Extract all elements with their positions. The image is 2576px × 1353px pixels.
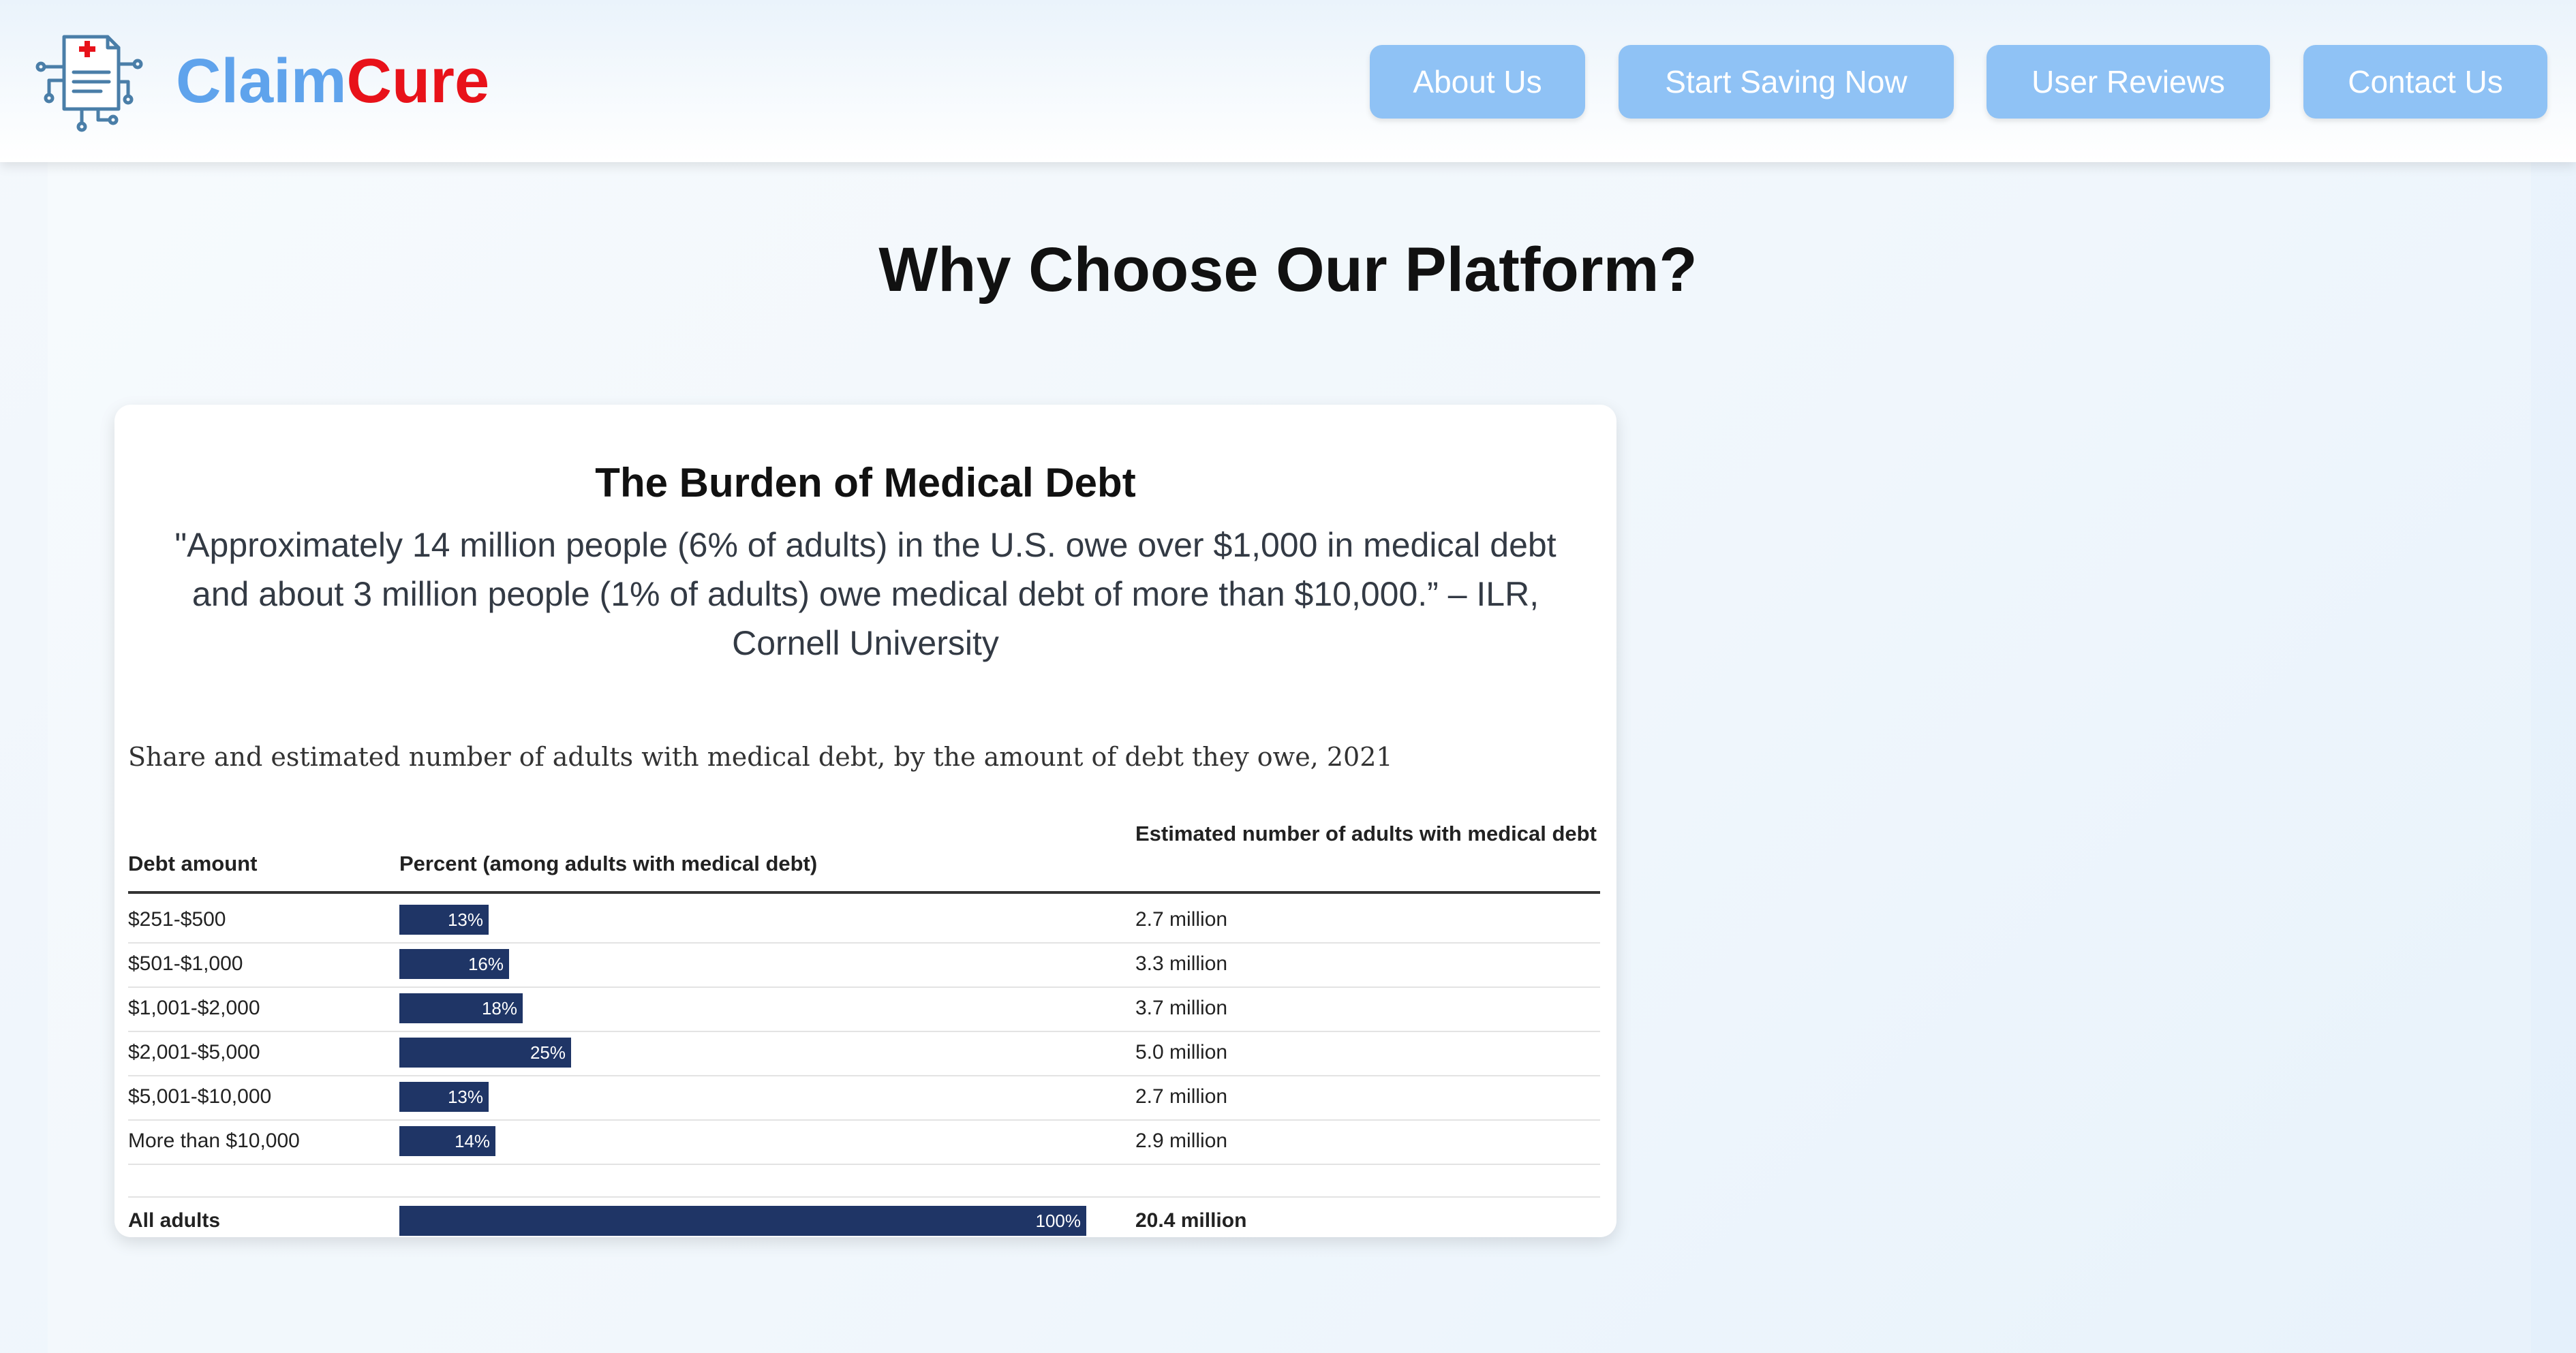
total-divider xyxy=(128,1196,1600,1198)
row-debt-amount: $251-$500 xyxy=(128,908,226,931)
brand-name-cure: Cure xyxy=(346,46,490,116)
card-quote: "Approximately 14 million people (6% of … xyxy=(174,526,1557,662)
nav-contact-us-button[interactable]: Contact Us xyxy=(2303,45,2547,119)
section-title: Why Choose Our Platform? xyxy=(878,235,1698,305)
percent-bar: 18% xyxy=(399,993,523,1023)
percent-bar: 14% xyxy=(399,1126,495,1156)
row-debt-amount: $501-$1,000 xyxy=(128,952,243,975)
row-divider xyxy=(128,1119,1600,1121)
percent-label: 16% xyxy=(467,954,504,974)
total-percent-label: 100% xyxy=(1035,1211,1082,1231)
percent-bar: 16% xyxy=(399,949,509,979)
row-divider xyxy=(128,986,1600,988)
row-debt-amount: More than $10,000 xyxy=(128,1130,300,1152)
percent-label: 13% xyxy=(447,1087,483,1107)
percent-label: 13% xyxy=(447,909,483,930)
card-title: The Burden of Medical Debt xyxy=(595,460,1136,506)
row-divider xyxy=(128,942,1600,944)
row-debt-amount: $2,001-$5,000 xyxy=(128,1041,260,1063)
row-divider xyxy=(128,1031,1600,1032)
medical-debt-card: The Burden of Medical Debt "Approximatel… xyxy=(114,405,1616,1237)
nav-about-us-button[interactable]: About Us xyxy=(1370,45,1585,119)
percent-bar: 13% xyxy=(399,905,489,935)
row-estimated-count: 2.7 million xyxy=(1135,908,1228,931)
row-estimated-count: 3.3 million xyxy=(1135,952,1228,975)
total-row-debt-amount: All adults xyxy=(128,1209,221,1232)
row-estimated-count: 5.0 million xyxy=(1135,1041,1228,1063)
percent-label: 25% xyxy=(530,1042,566,1063)
nav-start-saving-now-button[interactable]: Start Saving Now xyxy=(1619,45,1954,119)
site-header: ClaimCure About Us Start Saving Now User… xyxy=(0,0,2576,162)
column-header-debt-amount: Debt amount xyxy=(128,852,258,875)
medical-document-circuit-icon[interactable] xyxy=(33,33,143,132)
percent-label: 14% xyxy=(454,1131,490,1151)
total-estimated-count: 20.4 million xyxy=(1135,1209,1247,1232)
row-estimated-count: 3.7 million xyxy=(1135,997,1228,1019)
row-estimated-count: 2.7 million xyxy=(1135,1085,1228,1108)
column-header-estimated: Estimated number of adults with medical … xyxy=(1135,822,1597,845)
row-debt-amount: $5,001-$10,000 xyxy=(128,1085,272,1108)
row-divider xyxy=(128,1164,1600,1165)
table-caption: Share and estimated number of adults wit… xyxy=(128,742,1393,772)
table-header-rule xyxy=(128,891,1600,894)
row-divider xyxy=(128,1075,1600,1076)
percent-bar: 25% xyxy=(399,1038,571,1068)
brand-name-claim: Claim xyxy=(176,46,347,116)
percent-bar: 13% xyxy=(399,1082,489,1112)
nav-user-reviews-button[interactable]: User Reviews xyxy=(1987,45,2270,119)
percent-label: 18% xyxy=(481,998,517,1018)
row-debt-amount: $1,001-$2,000 xyxy=(128,997,260,1019)
brand-name[interactable]: ClaimCure xyxy=(176,44,489,119)
row-estimated-count: 2.9 million xyxy=(1135,1130,1228,1152)
column-header-percent: Percent (among adults with medical debt) xyxy=(399,852,818,875)
total-percent-bar: 100% xyxy=(399,1206,1086,1236)
